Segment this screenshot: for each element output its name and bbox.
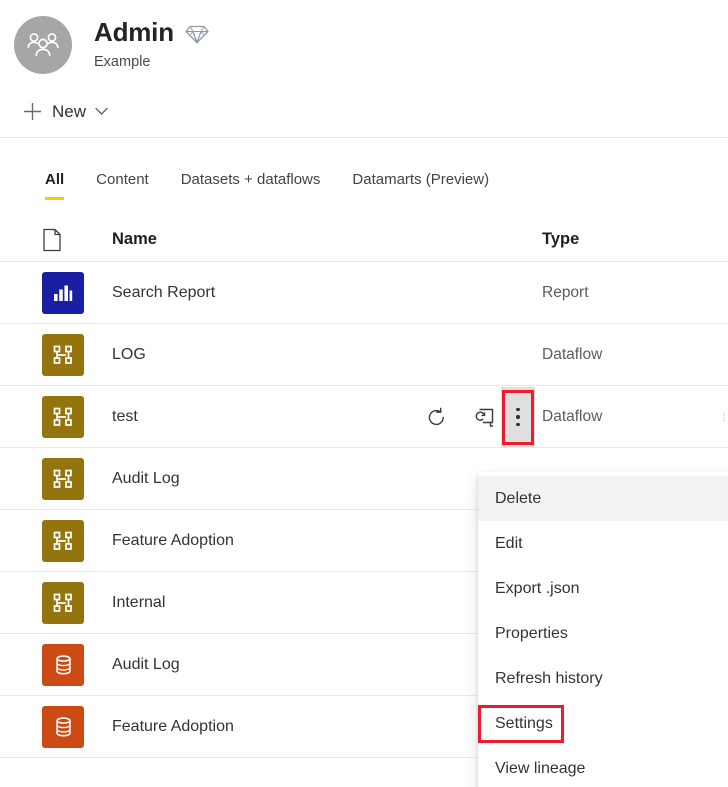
more-options-dots: [516, 408, 520, 427]
row-icon-cell: [42, 334, 112, 376]
dataset-icon: [42, 706, 84, 748]
row-type: Report: [542, 283, 728, 303]
workspace-titles: Admin Example: [94, 14, 209, 71]
tab-datamarts-preview[interactable]: Datamarts (Preview): [336, 171, 505, 200]
list-header: Name Type: [0, 218, 728, 262]
plus-icon: [22, 101, 43, 122]
power-bi-workspace-page: Admin Example New All: [0, 0, 728, 787]
avatar: [14, 16, 72, 74]
row-actions: [420, 386, 500, 448]
tab-datasets-dataflows[interactable]: Datasets + dataflows: [165, 171, 337, 200]
row-type: Dataflow: [542, 407, 728, 427]
menu-item-delete[interactable]: Delete: [478, 476, 728, 521]
workspace-subtitle: Example: [94, 53, 209, 71]
menu-item-export-json[interactable]: Export .json: [478, 566, 728, 611]
row-type: Dataflow: [542, 345, 728, 365]
column-header-name[interactable]: Name: [112, 230, 542, 249]
row-name[interactable]: Search Report: [112, 283, 542, 303]
dataflow-icon: [42, 334, 84, 376]
menu-item-refresh-history[interactable]: Refresh history: [478, 656, 728, 701]
row-trailing-marker: ⁞: [723, 386, 726, 448]
page-title: Admin: [94, 17, 174, 47]
row-icon-cell: [42, 396, 112, 438]
report-icon: [42, 272, 84, 314]
menu-item-edit[interactable]: Edit: [478, 521, 728, 566]
chevron-down-icon: [95, 107, 108, 116]
row-icon-cell: [42, 458, 112, 500]
row-name[interactable]: LOG: [112, 345, 542, 365]
more-options-icon[interactable]: [501, 387, 535, 447]
dataflow-icon: [42, 520, 84, 562]
menu-item-settings[interactable]: Settings: [478, 701, 728, 746]
column-header-icon: [42, 228, 112, 252]
document-icon: [42, 228, 62, 252]
new-button[interactable]: New: [16, 96, 114, 127]
diamond-icon: [185, 24, 209, 44]
row-icon-cell: [42, 272, 112, 314]
workspace-tabs: All Content Datasets + dataflows Datamar…: [0, 138, 728, 200]
new-button-label: New: [52, 102, 86, 122]
tab-all[interactable]: All: [37, 171, 80, 200]
row-icon-cell: [42, 706, 112, 748]
menu-item-view-lineage[interactable]: View lineage: [478, 746, 728, 787]
command-bar: New: [0, 86, 728, 138]
row-icon-cell: [42, 644, 112, 686]
table-row[interactable]: Search Report Report: [0, 262, 728, 324]
column-header-type[interactable]: Type: [542, 230, 728, 249]
dataflow-icon: [42, 458, 84, 500]
workspace-header: Admin Example: [0, 0, 728, 86]
group-people-icon: [26, 32, 60, 58]
schedule-refresh-icon[interactable]: [468, 401, 500, 433]
row-icon-cell: [42, 582, 112, 624]
dataset-icon: [42, 644, 84, 686]
menu-item-properties[interactable]: Properties: [478, 611, 728, 656]
menu-item-settings-label: Settings: [495, 714, 553, 734]
table-row[interactable]: test: [0, 386, 728, 448]
table-row[interactable]: LOG Dataflow: [0, 324, 728, 386]
dataflow-icon: [42, 582, 84, 624]
dataflow-icon: [42, 396, 84, 438]
refresh-now-icon[interactable]: [420, 401, 452, 433]
row-context-menu: Delete Edit Export .json Properties Refr…: [478, 472, 728, 787]
row-icon-cell: [42, 520, 112, 562]
tab-content[interactable]: Content: [80, 171, 165, 200]
workspace-title-row: Admin: [94, 17, 209, 47]
